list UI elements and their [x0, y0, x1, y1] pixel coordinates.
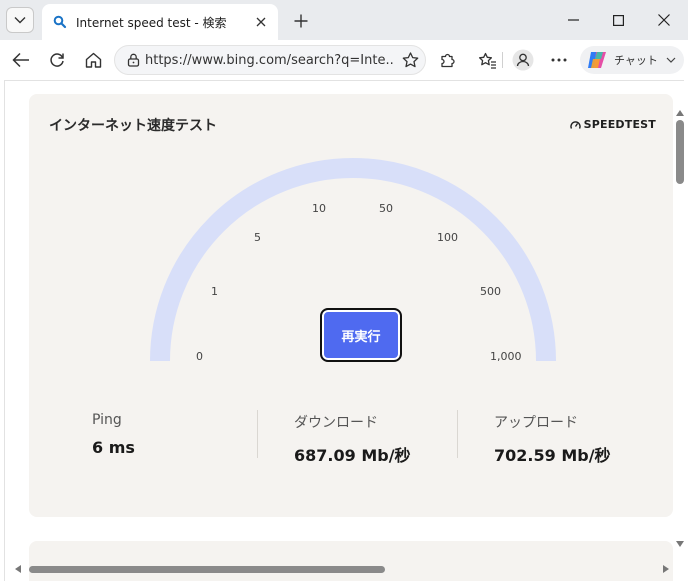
gauge-tick-label: 1,000: [490, 350, 522, 363]
puzzle-piece-icon: [440, 53, 455, 67]
copilot-label: チャット: [614, 54, 658, 67]
horizontal-scroll-thumb[interactable]: [29, 566, 385, 573]
home-icon: [85, 52, 101, 68]
new-tab-button[interactable]: [288, 8, 314, 34]
close-tab-icon[interactable]: [250, 11, 272, 33]
more-horizontal-icon: [551, 58, 567, 62]
download-label: ダウンロード: [294, 415, 378, 431]
scroll-right-arrow-icon[interactable]: [661, 564, 671, 574]
maximize-icon: [612, 14, 624, 26]
copilot-icon: [588, 52, 606, 68]
address-bar[interactable]: https://www.bing.com/search?q=Inte...: [114, 45, 426, 75]
extensions-button[interactable]: [432, 45, 462, 75]
gauge-tick-label: 1: [211, 285, 218, 298]
download-stat: ダウンロード 687.09 Mb/秒: [294, 412, 411, 466]
browser-tab-active[interactable]: Internet speed test - 検索: [42, 4, 278, 40]
gauge-tick-label: 0: [196, 350, 203, 363]
minimize-button[interactable]: [551, 6, 595, 34]
navigation-bar: https://www.bing.com/search?q=Inte... チャ…: [0, 40, 688, 80]
gauge-tick-label: 50: [379, 202, 393, 215]
upload-label: アップロード: [494, 415, 578, 431]
speed-test-card: インターネット速度テスト SPEEDTEST 0 1 5 10 50 100 5…: [29, 94, 673, 517]
gauge-tick-label: 500: [480, 285, 501, 298]
refresh-button[interactable]: [42, 45, 72, 75]
rerun-button[interactable]: 再実行: [320, 308, 402, 362]
chevron-down-icon[interactable]: [666, 57, 676, 63]
scroll-down-arrow-icon[interactable]: [675, 539, 685, 549]
stat-divider: [457, 410, 458, 458]
profile-button[interactable]: [508, 45, 538, 75]
ping-value: 6 ms: [92, 438, 135, 457]
favorites-button[interactable]: [472, 45, 502, 75]
upload-stat: アップロード 702.59 Mb/秒: [494, 412, 611, 466]
stat-divider: [257, 410, 258, 458]
ping-stat: Ping 6 ms: [92, 412, 135, 457]
tab-title: Internet speed test - 検索: [76, 15, 227, 30]
gauge-tick-label: 10: [312, 202, 326, 215]
gauge-tick-label: 100: [437, 231, 458, 244]
page-viewport: インターネット速度テスト SPEEDTEST 0 1 5 10 50 100 5…: [0, 80, 688, 581]
title-bar: Internet speed test - 検索: [0, 0, 688, 40]
upload-value: 702.59 Mb/秒: [494, 446, 611, 465]
favorites-star-list-icon: [478, 52, 496, 69]
gauge-tick-label: 5: [254, 231, 261, 244]
close-icon: [658, 14, 670, 26]
horizontal-scrollbar[interactable]: [11, 562, 673, 576]
search-results-frame: インターネット速度テスト SPEEDTEST 0 1 5 10 50 100 5…: [4, 80, 684, 581]
back-button[interactable]: [6, 45, 36, 75]
scroll-left-arrow-icon[interactable]: [13, 564, 23, 574]
settings-more-button[interactable]: [544, 45, 574, 75]
vertical-scrollbar[interactable]: [673, 108, 687, 549]
back-arrow-icon: [12, 52, 29, 68]
ping-label: Ping: [92, 412, 122, 428]
download-value: 687.09 Mb/秒: [294, 446, 411, 465]
close-window-button[interactable]: [642, 6, 686, 34]
refresh-icon: [50, 53, 64, 67]
minimize-icon: [567, 19, 579, 21]
copilot-chat-button[interactable]: チャット: [580, 46, 684, 74]
maximize-button[interactable]: [596, 6, 640, 34]
add-favorite-star-icon[interactable]: [395, 46, 425, 74]
tab-actions-menu-button[interactable]: [6, 7, 34, 33]
home-button[interactable]: [78, 45, 108, 75]
chevron-down-icon: [14, 17, 26, 24]
plus-icon: [294, 14, 308, 28]
scroll-up-arrow-icon[interactable]: [675, 108, 685, 118]
search-icon: [52, 14, 68, 30]
toolbar-divider: [502, 52, 503, 68]
address-url[interactable]: https://www.bing.com/search?q=Inte...: [145, 53, 395, 68]
lock-icon[interactable]: [121, 46, 145, 74]
avatar-icon: [512, 49, 534, 71]
vertical-scroll-thumb[interactable]: [676, 120, 684, 184]
